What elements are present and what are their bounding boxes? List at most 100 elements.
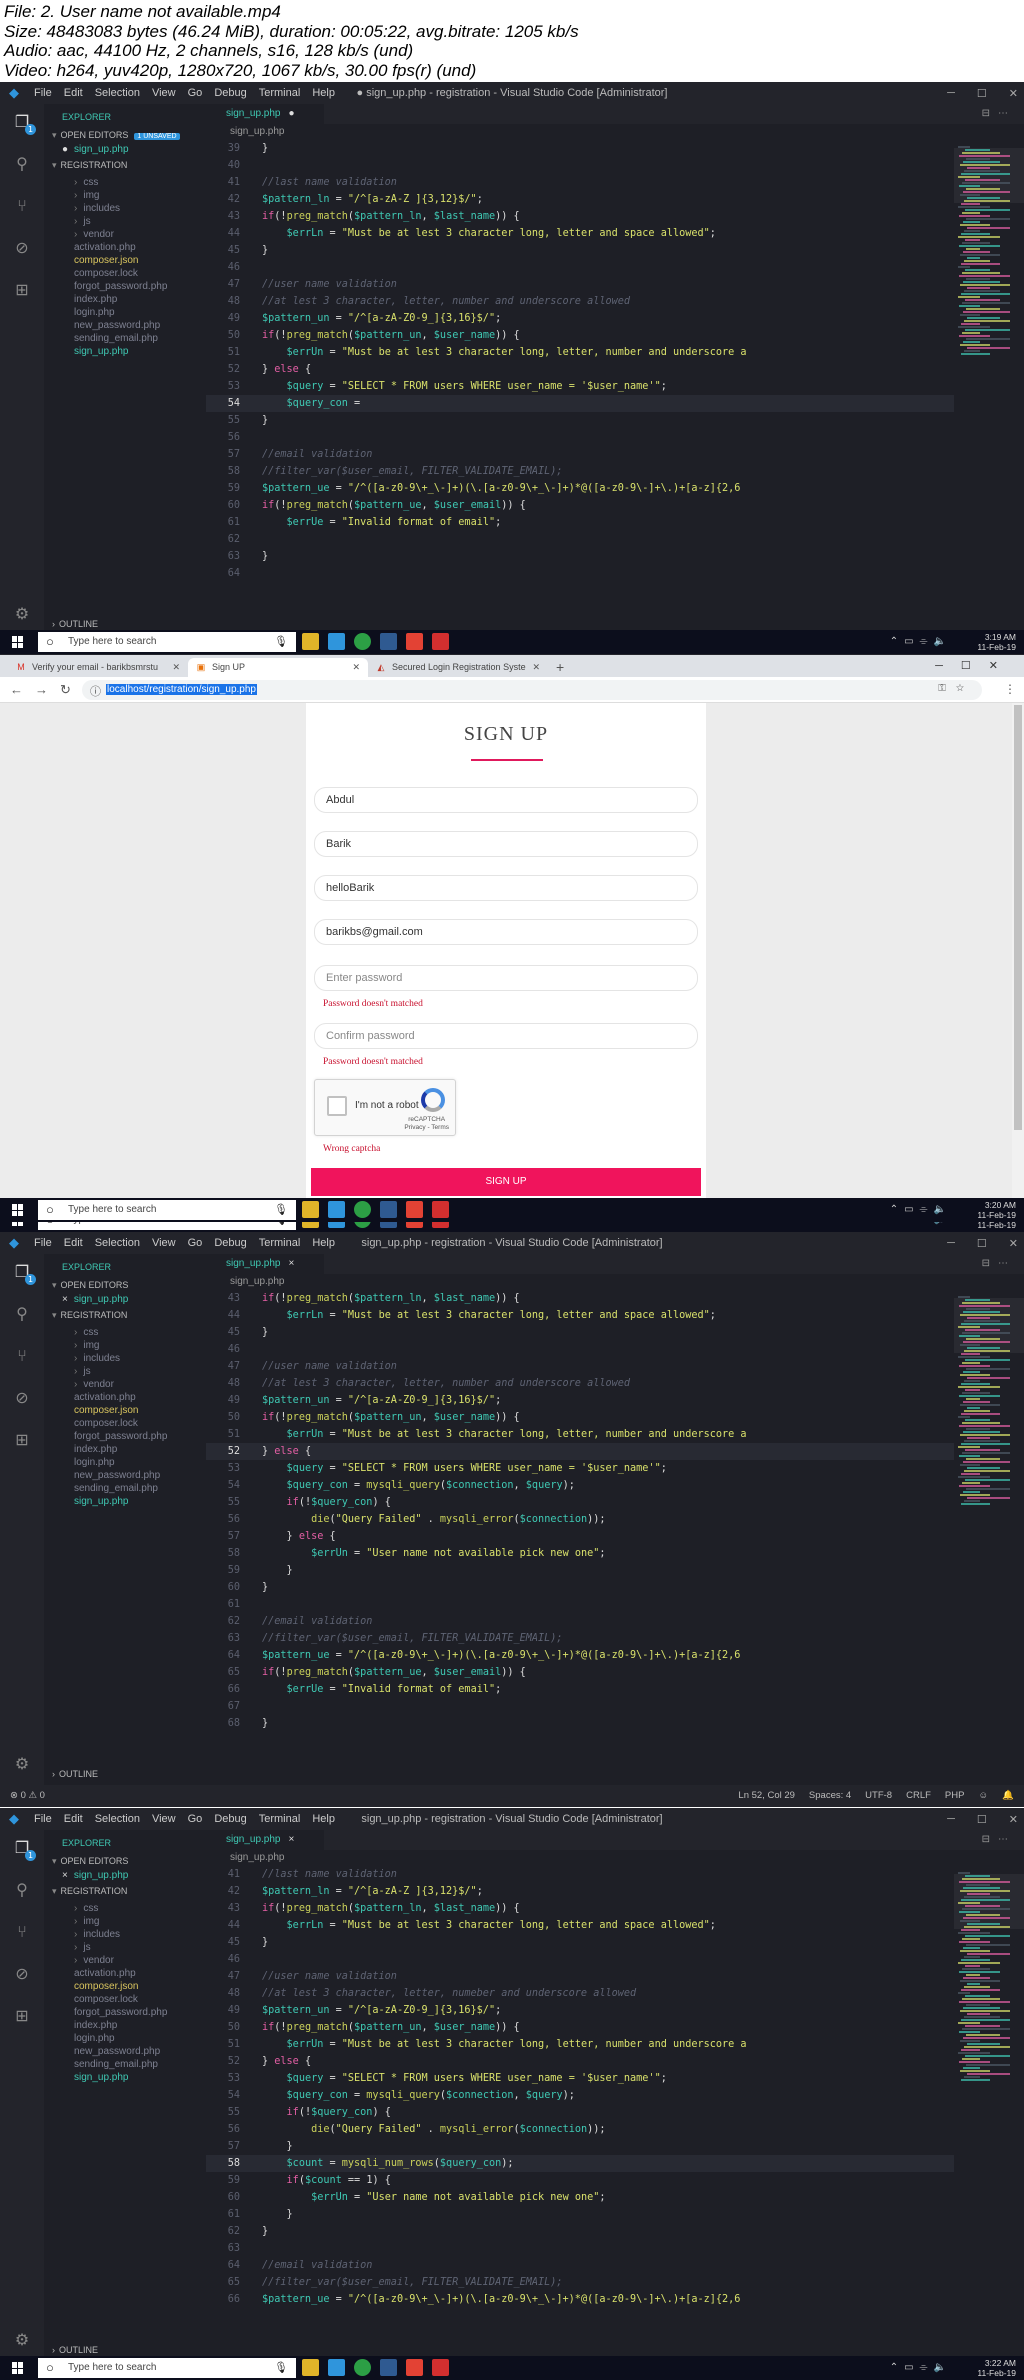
line-ending[interactable]: CRLF	[906, 1790, 931, 1801]
file-new-password-php[interactable]: new_password.php	[74, 1469, 160, 1482]
open-editors-section[interactable]: ▾ OPEN EDITORS	[52, 1856, 128, 1867]
minimap[interactable]	[954, 1290, 1024, 1785]
code-editor[interactable]: 41//last name validation 42 $pattern_ln = …	[206, 1866, 954, 2361]
code-line[interactable]: 63}	[206, 548, 954, 565]
folder-js[interactable]: js	[74, 1365, 90, 1378]
code-line[interactable]: 57 } else {	[206, 1528, 954, 1545]
file-login-php[interactable]: login.php	[74, 2032, 115, 2045]
folder-includes[interactable]: includes	[74, 1352, 120, 1365]
captcha-checkbox[interactable]	[327, 1096, 347, 1116]
folder-includes[interactable]: includes	[74, 1928, 120, 1941]
source-control-icon[interactable]: ⑂	[12, 1346, 32, 1366]
microphone-icon[interactable]: 🎙	[274, 1203, 288, 1216]
code-line[interactable]: 63//filter_var($user_email, FILTER_VALID…	[206, 1630, 954, 1647]
file-new-password-php[interactable]: new_password.php	[74, 2045, 160, 2058]
code-line[interactable]: 41//last name validation	[206, 1866, 954, 1883]
language-mode[interactable]: PHP	[945, 1790, 965, 1801]
code-line[interactable]: 46	[206, 259, 954, 276]
git-app-icon[interactable]	[380, 633, 397, 650]
file-index-php[interactable]: index.php	[74, 293, 117, 306]
xampp-icon[interactable]	[406, 2359, 423, 2376]
user-name-input[interactable]: helloBarik	[314, 875, 698, 901]
menu-view[interactable]: View	[152, 1813, 176, 1825]
code-line[interactable]: 55 if(!$query_con) {	[206, 2104, 954, 2121]
debug-icon[interactable]: ⊘	[12, 238, 32, 258]
folder-vendor[interactable]: vendor	[74, 1378, 114, 1391]
folder-vendor[interactable]: vendor	[74, 1954, 114, 1967]
menu-file[interactable]: File	[34, 1813, 52, 1825]
code-line[interactable]: 49 $pattern_un = "/^[a-zA-Z0-9_]{3,16}$/"…	[206, 310, 954, 327]
minimize-icon[interactable]: ─	[947, 1813, 955, 1825]
code-line[interactable]: 59 }	[206, 1562, 954, 1579]
outline-section[interactable]: › OUTLINE	[52, 619, 98, 629]
code-line[interactable]: 55 if(!$query_con) {	[206, 1494, 954, 1511]
registration-section[interactable]: ▾ REGISTRATION	[52, 160, 127, 171]
menu-go[interactable]: Go	[188, 1813, 203, 1825]
chrome-icon[interactable]	[354, 2359, 371, 2376]
close-icon[interactable]: ✕	[1009, 1237, 1018, 1250]
registration-section[interactable]: ▾ REGISTRATION	[52, 1310, 127, 1321]
menu-edit[interactable]: Edit	[64, 87, 83, 99]
code-line[interactable]: 51 $errUn = "Must be at lest 3 character…	[206, 1426, 954, 1443]
code-line[interactable]: 62//email validation	[206, 1613, 954, 1630]
code-line[interactable]: 52} else {	[206, 361, 954, 378]
folder-img[interactable]: img	[74, 1339, 99, 1352]
file-composer-lock[interactable]: composer.lock	[74, 1993, 138, 2006]
menu-view[interactable]: View	[152, 1237, 176, 1249]
settings-gear-icon[interactable]: ⚙	[12, 604, 32, 624]
code-line[interactable]: 62}	[206, 2223, 954, 2240]
tray-icons[interactable]: ⌃▭⌯🔈	[890, 1204, 952, 1215]
minimize-icon[interactable]: ─	[947, 1237, 955, 1249]
windows-start-icon[interactable]	[12, 2362, 24, 2374]
file-activation-php[interactable]: activation.php	[74, 241, 136, 254]
code-line[interactable]: 44 $errLn = "Must be at lest 3 character…	[206, 1307, 954, 1324]
code-line[interactable]: 64//email validation	[206, 2257, 954, 2274]
code-line[interactable]: 53 $query = "SELECT * FROM users WHERE u…	[206, 1460, 954, 1477]
menu-edit[interactable]: Edit	[64, 1813, 83, 1825]
code-line[interactable]: 61 $errUe = "Invalid format of email";	[206, 514, 954, 531]
open-editors-section[interactable]: ▾ OPEN EDITORS	[52, 1280, 128, 1291]
menu-terminal[interactable]: Terminal	[259, 1813, 301, 1825]
open-editor-item[interactable]: × sign_up.php	[62, 1294, 128, 1305]
code-line[interactable]: 48//at lest 3 character, letter, number …	[206, 293, 954, 310]
outline-section[interactable]: › OUTLINE	[52, 2345, 98, 2355]
debug-icon[interactable]: ⊘	[12, 1964, 32, 1984]
microphone-icon[interactable]: 🎙	[274, 2361, 288, 2374]
code-line[interactable]: 61 }	[206, 2206, 954, 2223]
code-line[interactable]: 54 $query_con = mysqli_query($connection…	[206, 2087, 954, 2104]
code-line[interactable]: 66 $pattern_ue = "/^([a-z0-9\+_\-]+)(\.[a…	[206, 2291, 954, 2308]
file-sending-email-php[interactable]: sending_email.php	[74, 1482, 158, 1495]
code-line[interactable]: 44 $errLn = "Must be at lest 3 character…	[206, 225, 954, 242]
file-sign-up-php[interactable]: sign_up.php	[74, 345, 129, 358]
maximize-icon[interactable]: ☐	[977, 1813, 987, 1826]
confirm-password-input[interactable]: Confirm password	[314, 1023, 698, 1049]
files-icon[interactable]: ❐ 1	[12, 1262, 36, 1285]
xampp-icon[interactable]	[406, 1201, 423, 1218]
minimap[interactable]	[954, 1866, 1024, 2361]
file-forgot-password-php[interactable]: forgot_password.php	[74, 280, 167, 293]
tab-close-icon[interactable]: ✕	[172, 662, 180, 673]
menu-selection[interactable]: Selection	[95, 87, 140, 99]
cursor-position[interactable]: Ln 52, Col 29	[738, 1790, 795, 1801]
file-forgot-password-php[interactable]: forgot_password.php	[74, 2006, 167, 2019]
menu-go[interactable]: Go	[188, 87, 203, 99]
code-line[interactable]: 57 }	[206, 2138, 954, 2155]
settings-gear-icon[interactable]: ⚙	[12, 1754, 32, 1774]
open-editors-section[interactable]: ▾ OPEN EDITORS 1 UNSAVED	[52, 130, 180, 141]
folder-css[interactable]: css	[74, 176, 98, 189]
folder-img[interactable]: img	[74, 189, 99, 202]
menu-debug[interactable]: Debug	[214, 1813, 246, 1825]
browser-tab-gmail[interactable]: M Verify your email - barikbsmrstu ✕	[8, 658, 188, 677]
code-line[interactable]: 60}	[206, 1579, 954, 1596]
url-text[interactable]: localhost/registration/sign_up.php	[106, 684, 257, 695]
vscode-app-icon[interactable]	[328, 633, 345, 650]
code-line[interactable]: 51 $errUn = "Must be at lest 3 character…	[206, 2036, 954, 2053]
code-line[interactable]: 46	[206, 1341, 954, 1358]
minimap[interactable]	[954, 140, 1024, 635]
code-line[interactable]: 66 $errUe = "Invalid format of email";	[206, 1681, 954, 1698]
code-line[interactable]: 52} else {	[206, 1443, 954, 1460]
folder-js[interactable]: js	[74, 215, 90, 228]
code-line[interactable]: 50 if(!preg_match($pattern_un, $user_name…	[206, 327, 954, 344]
code-line[interactable]: 52} else {	[206, 2053, 954, 2070]
registration-section[interactable]: ▾ REGISTRATION	[52, 1886, 127, 1897]
